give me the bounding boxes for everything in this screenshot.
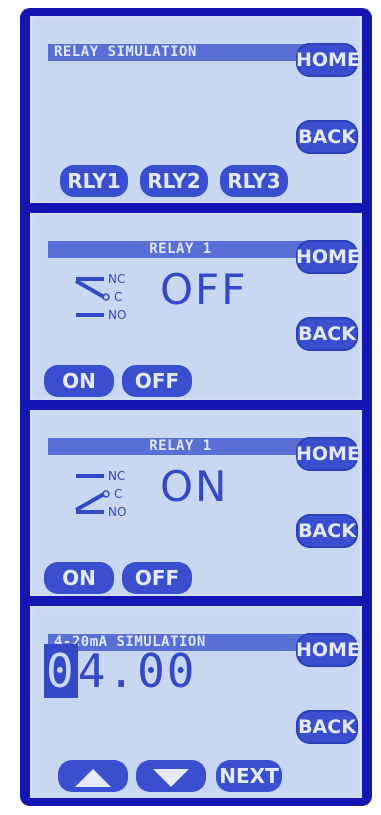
on-button[interactable]: ON (44, 562, 114, 594)
off-button[interactable]: OFF (122, 562, 192, 594)
home-button[interactable]: HOME (296, 240, 360, 274)
relay-1-on-screen: RELAY 1 HOME BACK NC C NO ON ON OFF (30, 410, 362, 596)
relay-state: OFF (160, 265, 248, 314)
back-button[interactable]: BACK (296, 317, 358, 351)
up-arrow-icon (75, 768, 111, 787)
relay-contact-diagram: NC C NO (75, 272, 126, 322)
nc-label: NC (108, 272, 125, 286)
relay-simulation-screen: RELAY SIMULATION HOME BACK RLY1 RLY2 RLY… (30, 16, 362, 203)
current-simulation-screen: 4-20mA SIMULATION HOME BACK 04.00 NEXT (30, 606, 362, 798)
screen-title: RELAY 1 (48, 241, 313, 258)
back-button[interactable]: BACK (296, 514, 358, 548)
home-button[interactable]: HOME (296, 43, 360, 77)
home-button[interactable]: HOME (296, 633, 360, 667)
back-button[interactable]: BACK (296, 710, 358, 744)
up-button[interactable] (58, 760, 128, 792)
back-button[interactable]: BACK (296, 120, 358, 154)
switch-arm (75, 279, 105, 299)
relay-2-button[interactable]: RLY2 (140, 165, 208, 197)
no-label: NO (108, 308, 126, 322)
relay-state: ON (160, 462, 229, 511)
relay-1-button[interactable]: RLY1 (60, 165, 128, 197)
current-value-display[interactable]: 04.00 (44, 644, 196, 698)
off-button[interactable]: OFF (122, 365, 192, 397)
nc-label: NC (108, 469, 125, 483)
relay-1-off-screen: RELAY 1 HOME BACK NC C NO OFF ON OFF (30, 213, 362, 400)
home-button[interactable]: HOME (296, 437, 360, 471)
down-button[interactable] (136, 760, 206, 792)
c-label: C (114, 290, 122, 304)
screen-title: RELAY 1 (48, 438, 313, 455)
down-arrow-icon (153, 768, 189, 787)
c-label: C (114, 487, 122, 501)
relay-3-button[interactable]: RLY3 (220, 165, 288, 197)
selected-digit: 0 (44, 644, 78, 698)
on-button[interactable]: ON (44, 365, 114, 397)
switch-arm (75, 492, 105, 512)
screen-title: RELAY SIMULATION (48, 44, 313, 61)
relay-contact-diagram: NC C NO (75, 469, 126, 519)
value-rest: 4.00 (77, 644, 197, 698)
next-button[interactable]: NEXT (216, 760, 282, 792)
no-label: NO (108, 505, 126, 519)
